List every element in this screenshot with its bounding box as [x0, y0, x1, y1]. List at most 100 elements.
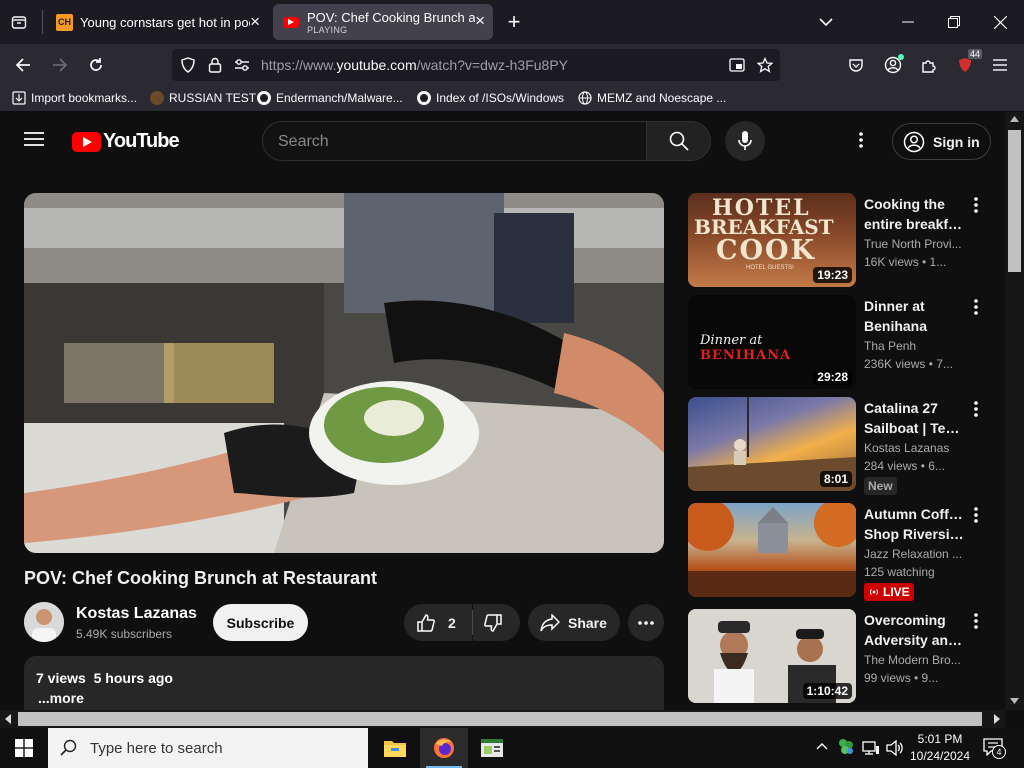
notification-center-icon[interactable]: 4	[983, 738, 1006, 759]
favicon-icon	[150, 91, 164, 105]
tray-app-icon[interactable]	[838, 738, 854, 756]
bookmark-russian-test[interactable]: RUSSIAN TEST	[150, 91, 256, 105]
recommendation-menu-icon[interactable]	[968, 611, 984, 631]
url-text[interactable]: https://www.youtube.com/watch?v=dwz-h3Fu…	[261, 57, 568, 73]
address-bar[interactable]: https://www.youtube.com/watch?v=dwz-h3Fu…	[172, 49, 780, 81]
vertical-scrollbar[interactable]	[1005, 112, 1024, 710]
recommendation-item[interactable]: Dinner at BENIHANA 29:28 Dinner at Benih…	[688, 295, 1004, 389]
list-all-tabs-icon[interactable]	[6, 9, 32, 35]
tab-close-button[interactable]: ×	[250, 12, 260, 32]
show-more-link[interactable]: ...more	[38, 690, 84, 706]
pocket-icon[interactable]	[843, 52, 869, 78]
channel-name[interactable]: Kostas Lazanas	[76, 605, 197, 623]
sign-in-button[interactable]: Sign in	[892, 123, 991, 160]
tab-title: Young cornstars get hot in pool	[80, 14, 250, 30]
thumbnail[interactable]: 8:01	[688, 397, 856, 491]
vertical-scrollbar-thumb[interactable]	[1008, 130, 1021, 272]
bookmarks-toolbar: Import bookmarks... RUSSIAN TEST Enderma…	[0, 86, 1024, 112]
thumbnail[interactable]	[688, 503, 856, 597]
minimize-button[interactable]	[894, 8, 922, 36]
bookmark-import[interactable]: Import bookmarks...	[12, 91, 137, 105]
reload-icon[interactable]	[83, 52, 109, 78]
video-duration: 29:28	[813, 369, 852, 385]
extension-shield-icon[interactable]: 44	[952, 49, 982, 78]
github-icon	[417, 91, 431, 105]
hamburger-menu-icon[interactable]	[987, 52, 1013, 78]
recommendation-menu-icon[interactable]	[968, 505, 984, 525]
firefox-icon[interactable]	[420, 728, 468, 768]
file-explorer-icon[interactable]	[371, 728, 419, 768]
recommendation-meta: 284 views • 6...	[864, 459, 945, 473]
youtube-logo[interactable]: YouTube	[72, 130, 180, 153]
recommendation-channel[interactable]: Tha Penh	[864, 339, 964, 353]
scroll-right-arrow-icon[interactable]	[994, 714, 1000, 724]
upload-date: 5 hours ago	[93, 670, 173, 686]
like-button[interactable]: 2	[404, 604, 472, 641]
thumbnail[interactable]: HOTEL BREAKFAST COOK HOTEL GUESTS! 19:23	[688, 193, 856, 287]
tab-pov-chef[interactable]: POV: Chef Cooking Brunch at R PLAYING ×	[273, 4, 493, 40]
tracking-protection-shield-icon[interactable]	[175, 52, 201, 78]
description-box[interactable]: 7 views 5 hours ago ...more	[24, 656, 664, 710]
recommendation-channel[interactable]: Kostas Lazanas	[864, 441, 964, 455]
scroll-down-arrow-icon[interactable]	[1010, 698, 1019, 704]
recommendation-menu-icon[interactable]	[968, 297, 984, 317]
bookmark-endermanch[interactable]: Endermanch/Malware...	[257, 91, 403, 105]
video-title: POV: Chef Cooking Brunch at Restaurant	[24, 568, 378, 588]
bookmark-memz[interactable]: MEMZ and Noescape ...	[578, 91, 726, 105]
thumb-text-benihana: BENIHANA	[700, 348, 792, 363]
channel-avatar[interactable]	[24, 602, 64, 642]
tab-cornstars[interactable]: CH Young cornstars get hot in pool ×	[46, 4, 268, 40]
taskbar-search-box[interactable]: Type here to search	[48, 728, 368, 768]
thumbnail[interactable]: Dinner at BENIHANA 29:28	[688, 295, 856, 389]
navigation-toolbar: https://www.youtube.com/watch?v=dwz-h3Fu…	[0, 44, 1024, 86]
horizontal-scrollbar-thumb[interactable]	[18, 712, 982, 726]
recommendation-item[interactable]: 8:01 Catalina 27 Sailboat | Tex... Kosta…	[688, 397, 1004, 495]
show-hidden-icons-chevron-icon[interactable]	[816, 742, 828, 750]
recommendation-item[interactable]: Autumn Coffee Shop Riversid... Jazz Rela…	[688, 503, 1004, 601]
search-input[interactable]: Search	[262, 121, 647, 161]
recommendation-channel[interactable]: Jazz Relaxation ...	[864, 547, 964, 561]
bookmark-isos[interactable]: Index of /ISOs/Windows	[417, 91, 564, 105]
recommendation-item[interactable]: 1:10:42 Overcoming Adversity and... The …	[688, 609, 1004, 703]
tab-overflow-chevron-icon[interactable]	[812, 8, 840, 36]
clock[interactable]: 5:01 PM 10/24/2024	[908, 731, 972, 765]
more-horizontal-icon	[638, 620, 654, 625]
subscribe-button[interactable]: Subscribe	[213, 604, 308, 641]
recommendation-menu-icon[interactable]	[968, 399, 984, 419]
thumbnail[interactable]: 1:10:42	[688, 609, 856, 703]
recommendation-menu-icon[interactable]	[968, 195, 984, 215]
title-line: Overcoming	[864, 612, 946, 628]
site-permissions-icon[interactable]	[229, 52, 255, 78]
voice-search-button[interactable]	[725, 121, 765, 161]
new-tab-button[interactable]: +	[500, 8, 528, 36]
recommendation-channel[interactable]: The Modern Bro...	[864, 653, 964, 667]
search-button[interactable]	[647, 121, 711, 161]
network-icon[interactable]	[862, 740, 880, 756]
account-icon[interactable]	[880, 52, 906, 78]
settings-kebab-icon[interactable]	[859, 132, 869, 150]
scroll-left-arrow-icon[interactable]	[5, 714, 11, 724]
bookmark-star-icon[interactable]	[752, 52, 778, 78]
tab-close-button[interactable]: ×	[475, 11, 485, 31]
volume-icon[interactable]	[886, 740, 904, 756]
recommendation-item[interactable]: HOTEL BREAKFAST COOK HOTEL GUESTS! 19:23…	[688, 193, 1004, 287]
horizontal-scrollbar[interactable]	[0, 710, 1005, 728]
forward-arrow-icon[interactable]	[47, 52, 73, 78]
guide-menu-icon[interactable]	[24, 131, 48, 151]
close-window-button[interactable]	[986, 8, 1014, 36]
youtube-logo-text: YouTube	[103, 130, 180, 152]
windows-start-icon[interactable]	[0, 728, 48, 768]
lock-icon[interactable]	[202, 52, 228, 78]
scroll-up-arrow-icon[interactable]	[1010, 116, 1019, 122]
back-arrow-icon[interactable]	[10, 52, 36, 78]
recommendation-channel[interactable]: True North Provi...	[864, 237, 964, 251]
share-button[interactable]: Share	[528, 604, 620, 641]
extensions-puzzle-icon[interactable]	[916, 52, 942, 78]
app-window-icon[interactable]	[468, 728, 516, 768]
search-placeholder: Search	[278, 133, 329, 150]
video-player[interactable]	[24, 193, 664, 553]
more-actions-button[interactable]	[628, 604, 664, 641]
picture-in-picture-icon[interactable]	[724, 52, 750, 78]
restore-button[interactable]	[940, 8, 968, 36]
dislike-button[interactable]	[473, 604, 520, 641]
